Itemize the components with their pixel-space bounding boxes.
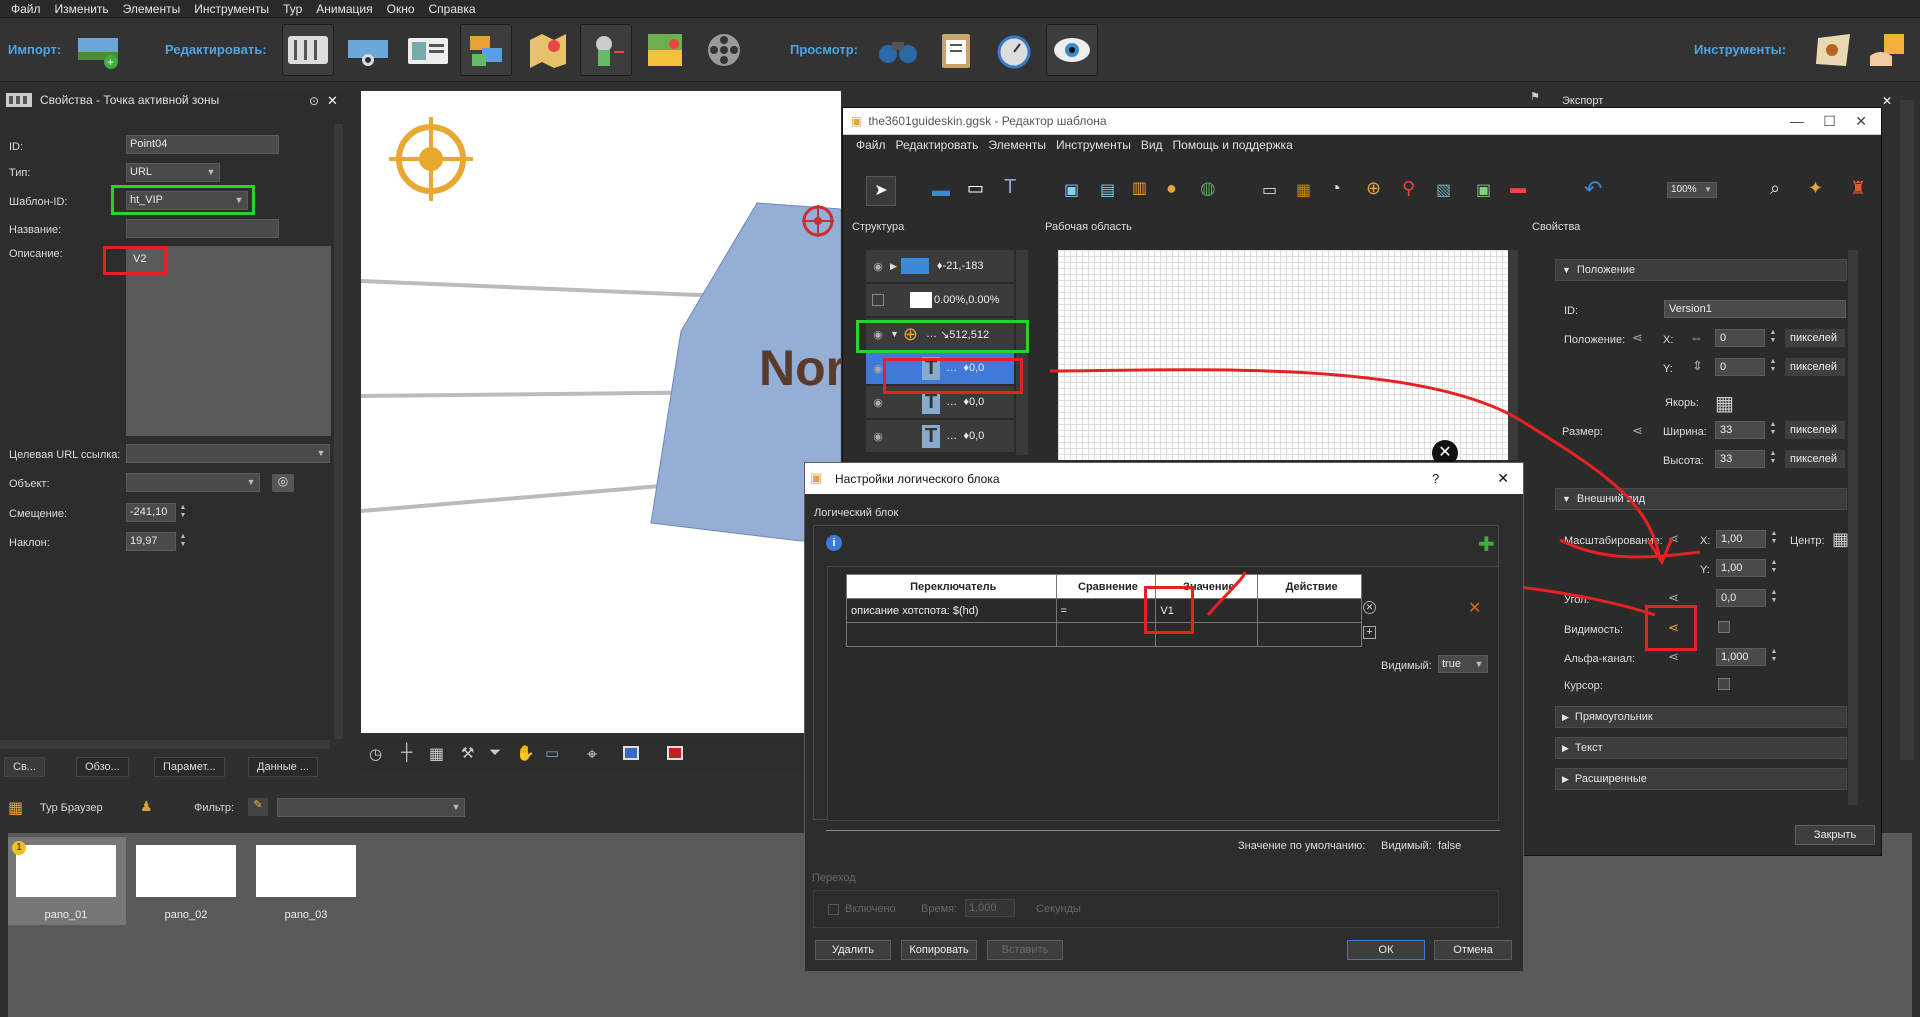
red-annotation-arrow-value: [1206, 571, 1247, 616]
